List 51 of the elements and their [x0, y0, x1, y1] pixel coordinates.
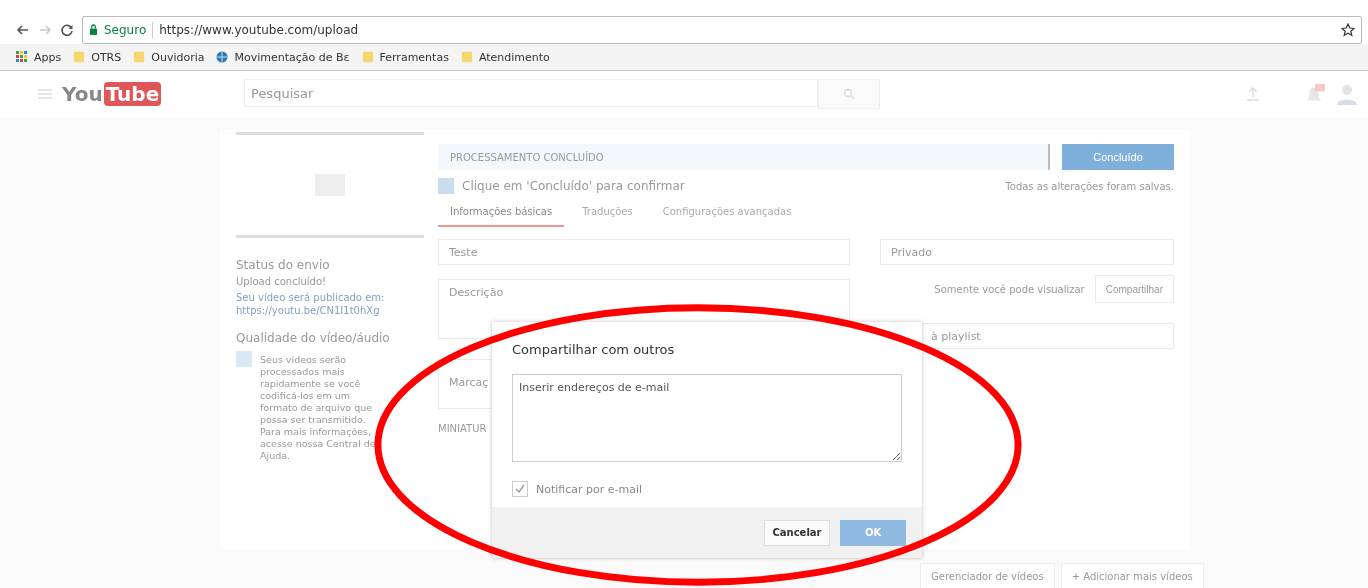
- video-link[interactable]: Seu vídeo será publicado em: https://youtu.be/CN1I1t0hXg: [236, 291, 424, 317]
- progress-bar: PROCESSAMENTO CONCLUÍDO: [438, 144, 1050, 170]
- lock-icon: [89, 24, 98, 35]
- dialog-button[interactable]: OK: [840, 519, 906, 546]
- star-icon[interactable]: [1341, 22, 1355, 37]
- status-text: Upload concluído!: [236, 275, 328, 288]
- bookmark-item[interactable]: Movimentação de Bɛ: [216, 50, 350, 64]
- tab[interactable]: Configurações avançadas: [650, 198, 804, 227]
- thumbnails-label: MINIATUR: [438, 423, 488, 434]
- menu-icon[interactable]: [38, 89, 52, 99]
- footer-button[interactable]: Gerenciador de vídeos: [920, 563, 1055, 588]
- bookmark-item[interactable]: Atendimento: [460, 50, 550, 64]
- share-button[interactable]: Compartilhar: [1094, 275, 1174, 303]
- privacy-note: Somente você pode visualizar: [934, 283, 1085, 295]
- tab[interactable]: Informações básicas: [438, 198, 565, 227]
- dialog-button[interactable]: Cancelar: [764, 519, 830, 546]
- folder-icon: [361, 51, 374, 63]
- status-title: Status do envio: [236, 258, 331, 272]
- done-button[interactable]: Concluído: [1062, 144, 1174, 170]
- footer-button[interactable]: + Adicionar mais vídeos: [1060, 563, 1204, 588]
- folder-icon: [133, 51, 146, 63]
- hint-text: Clique em 'Concluído' para confirmar: [462, 179, 685, 193]
- secure-label: Seguro: [104, 22, 147, 37]
- search-button[interactable]: [818, 79, 880, 109]
- tab[interactable]: Traduções: [570, 198, 645, 227]
- bookmark-item[interactable]: Ouvidoria: [133, 50, 205, 64]
- quality-title: Qualidade do vídeo/áudio: [236, 331, 391, 345]
- notify-checkbox[interactable]: [512, 481, 528, 497]
- globe-icon: [216, 51, 229, 63]
- dialog-title: Compartilhar com outros: [511, 341, 676, 359]
- address-bar[interactable]: Seguro https://www.youtube.com/upload: [82, 15, 1362, 44]
- search-field[interactable]: Pesquisar: [244, 79, 818, 107]
- url-text: https://www.youtube.com/upload: [159, 22, 360, 37]
- saved-text: Todas as alterações foram salvas.: [1005, 180, 1174, 192]
- back-icon[interactable]: [16, 22, 30, 37]
- upload-icon[interactable]: [1246, 86, 1260, 102]
- forward-icon[interactable]: [38, 22, 52, 37]
- bookmark-item[interactable]: Apps: [16, 50, 62, 64]
- reload-icon[interactable]: [60, 22, 74, 37]
- bookmark-item[interactable]: OTRS: [73, 50, 122, 64]
- folder-icon: [73, 51, 86, 63]
- email-field[interactable]: Inserir endereços de e-mail: [512, 374, 902, 462]
- folder-icon: [460, 51, 473, 63]
- apps-grid-icon: [16, 51, 28, 63]
- avatar-icon[interactable]: [1336, 83, 1358, 105]
- title-field[interactable]: Teste: [438, 239, 850, 265]
- privacy-dropdown[interactable]: Privado: [880, 239, 1174, 265]
- bookmark-item[interactable]: Ferramentas: [361, 50, 449, 64]
- notify-label: Notificar por e-mail: [536, 482, 643, 496]
- search-icon: [843, 88, 855, 100]
- logo[interactable]: YouTube: [62, 82, 232, 106]
